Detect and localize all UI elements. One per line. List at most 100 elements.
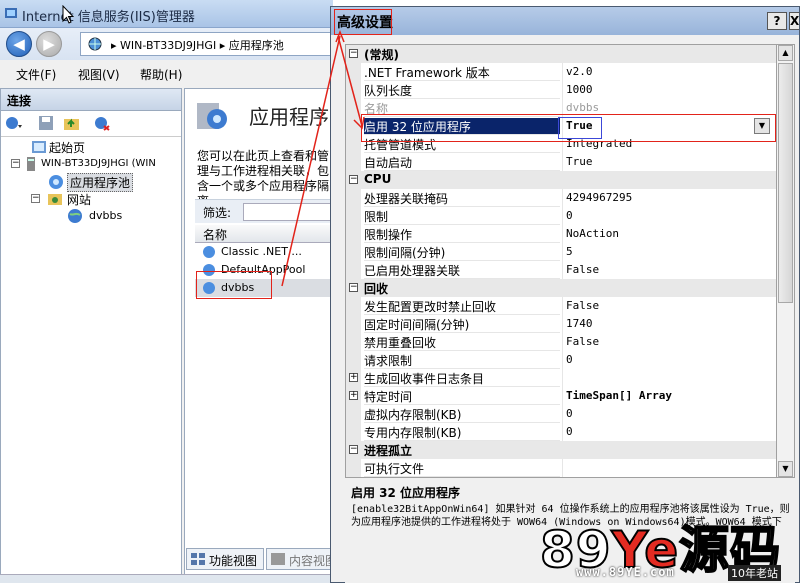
tree-start-page[interactable]: 起始页 xyxy=(1,139,181,155)
property-name: 禁用重叠回收 xyxy=(364,334,560,351)
property-name: 进程孤立 xyxy=(364,444,413,458)
collapse-icon[interactable]: − xyxy=(349,49,358,58)
scroll-thumb[interactable] xyxy=(778,63,793,303)
tree-server[interactable]: − WIN-BT33DJ9JHGI (WIN xyxy=(1,156,181,172)
watermark-tag: 10年老站 xyxy=(728,565,781,581)
back-arrow-icon[interactable]: ◀ xyxy=(6,31,32,57)
property-value[interactable]: 0 xyxy=(566,353,776,366)
connect-globe-icon[interactable] xyxy=(5,115,23,131)
filter-bar: 筛选: xyxy=(195,199,343,223)
column-divider xyxy=(562,423,563,441)
property-value[interactable]: TimeSpan[] Array xyxy=(566,389,776,402)
expand-icon[interactable]: + xyxy=(349,373,358,382)
property-category[interactable]: − (常规) xyxy=(346,45,776,63)
property-row[interactable]: + 生成回收事件日志条目 xyxy=(346,369,776,387)
property-value[interactable]: v2.0 xyxy=(566,65,776,78)
property-row[interactable]: 已启用处理器关联 False xyxy=(346,261,776,279)
property-name: 发生配置更改时禁止回收 xyxy=(364,298,560,315)
forward-arrow-icon[interactable]: ▶ xyxy=(36,31,62,57)
property-category[interactable]: − CPU xyxy=(346,171,776,189)
property-value[interactable]: False xyxy=(566,335,776,348)
property-value[interactable]: 0 xyxy=(566,425,776,438)
property-name: 可执行文件 xyxy=(364,460,560,477)
disconnect-icon[interactable] xyxy=(93,115,111,131)
name-column-header[interactable]: 名称 xyxy=(195,225,334,243)
scroll-down-icon[interactable]: ▼ xyxy=(778,461,793,477)
collapse-icon[interactable]: − xyxy=(349,445,358,454)
pool-icon xyxy=(203,246,215,258)
column-divider xyxy=(562,81,563,99)
property-name: 队列长度 xyxy=(364,82,560,99)
property-row[interactable]: 限制间隔(分钟) 5 xyxy=(346,243,776,261)
row-gutter xyxy=(346,333,361,351)
collapse-icon[interactable]: − xyxy=(11,159,20,168)
menu-view[interactable]: 视图(V) xyxy=(78,66,120,83)
start-page-icon xyxy=(32,141,46,153)
property-value[interactable]: 0 xyxy=(566,407,776,420)
row-gutter xyxy=(346,225,361,243)
property-value[interactable]: False xyxy=(566,263,776,276)
property-value[interactable]: 1000 xyxy=(566,83,776,96)
tab-content-view-label: 内容视图 xyxy=(289,554,333,568)
property-grid-scrollbar[interactable]: ▲ ▼ xyxy=(777,44,795,478)
property-value[interactable]: NoAction xyxy=(566,227,776,240)
property-row[interactable]: 限制 0 xyxy=(346,207,776,225)
property-value[interactable]: 5 xyxy=(566,245,776,258)
tree-site-dvbbs-label: dvbbs xyxy=(89,209,123,222)
annotation-pool-box xyxy=(196,271,272,299)
property-category[interactable]: − 进程孤立 xyxy=(346,441,776,459)
property-value[interactable]: True xyxy=(566,155,776,168)
property-row[interactable]: 自动启动 True xyxy=(346,153,776,171)
property-row[interactable]: 限制操作 NoAction xyxy=(346,225,776,243)
property-row[interactable]: 固定时间间隔(分钟) 1740 xyxy=(346,315,776,333)
property-value[interactable]: False xyxy=(566,299,776,312)
menu-file[interactable]: 文件(F) xyxy=(16,66,56,83)
annotation-title-box xyxy=(334,9,392,35)
property-row[interactable]: 禁用重叠回收 False xyxy=(346,333,776,351)
tab-features-view[interactable]: 功能视图 xyxy=(186,548,264,570)
tab-content-view[interactable]: 内容视图 xyxy=(266,548,333,570)
property-value[interactable]: dvbbs xyxy=(566,101,776,114)
status-bar xyxy=(0,574,333,583)
close-button[interactable]: X xyxy=(789,12,799,30)
annotation-value-box xyxy=(558,117,602,139)
column-divider xyxy=(562,243,563,261)
property-row[interactable]: 请求限制 0 xyxy=(346,351,776,369)
property-name: (常规) xyxy=(364,48,399,62)
property-row[interactable]: 虚拟内存限制(KB) 0 xyxy=(346,405,776,423)
scroll-up-icon[interactable]: ▲ xyxy=(778,45,793,61)
property-name: 专用内存限制(KB) xyxy=(364,424,560,441)
help-button[interactable]: ? xyxy=(767,12,787,30)
property-value[interactable]: 1740 xyxy=(566,317,776,330)
property-value[interactable]: 0 xyxy=(566,209,776,222)
menu-help[interactable]: 帮助(H) xyxy=(140,66,182,83)
address-path[interactable]: ▸ WIN-BT33DJ9JHGI ▸ 应用程序池 xyxy=(80,32,333,56)
property-name: 限制操作 xyxy=(364,226,560,243)
row-gutter xyxy=(346,261,361,279)
filter-input[interactable] xyxy=(243,203,343,221)
property-value[interactable]: 4294967295 xyxy=(566,191,776,204)
up-folder-icon[interactable] xyxy=(63,115,81,131)
property-row[interactable]: 发生配置更改时禁止回收 False xyxy=(346,297,776,315)
property-row[interactable]: 可执行文件 xyxy=(346,459,776,477)
tree-sites[interactable]: − 网站 xyxy=(1,191,181,207)
save-icon[interactable] xyxy=(37,115,55,131)
property-row[interactable]: 队列长度 1000 xyxy=(346,81,776,99)
property-row[interactable]: 专用内存限制(KB) 0 xyxy=(346,423,776,441)
property-row[interactable]: .NET Framework 版本 v2.0 xyxy=(346,63,776,81)
tree-site-dvbbs[interactable]: dvbbs xyxy=(1,208,181,224)
row-gutter xyxy=(346,297,361,315)
tree-app-pools[interactable]: 应用程序池 xyxy=(1,173,181,192)
property-name: 回收 xyxy=(364,282,389,296)
collapse-icon[interactable]: − xyxy=(349,175,358,184)
collapse-icon[interactable]: − xyxy=(349,283,358,292)
row-gutter xyxy=(346,423,361,441)
property-row[interactable]: + 特定时间 TimeSpan[] Array xyxy=(346,387,776,405)
property-category[interactable]: − 回收 xyxy=(346,279,776,297)
property-row[interactable]: 处理器关联掩码 4294967295 xyxy=(346,189,776,207)
iis-title: Internet 信息服务(IIS)管理器 xyxy=(22,10,195,25)
tab-features-view-label: 功能视图 xyxy=(209,554,258,568)
collapse-icon[interactable]: − xyxy=(31,194,40,203)
pool-row[interactable]: Classic .NET ... xyxy=(195,243,334,261)
expand-icon[interactable]: + xyxy=(349,391,358,400)
